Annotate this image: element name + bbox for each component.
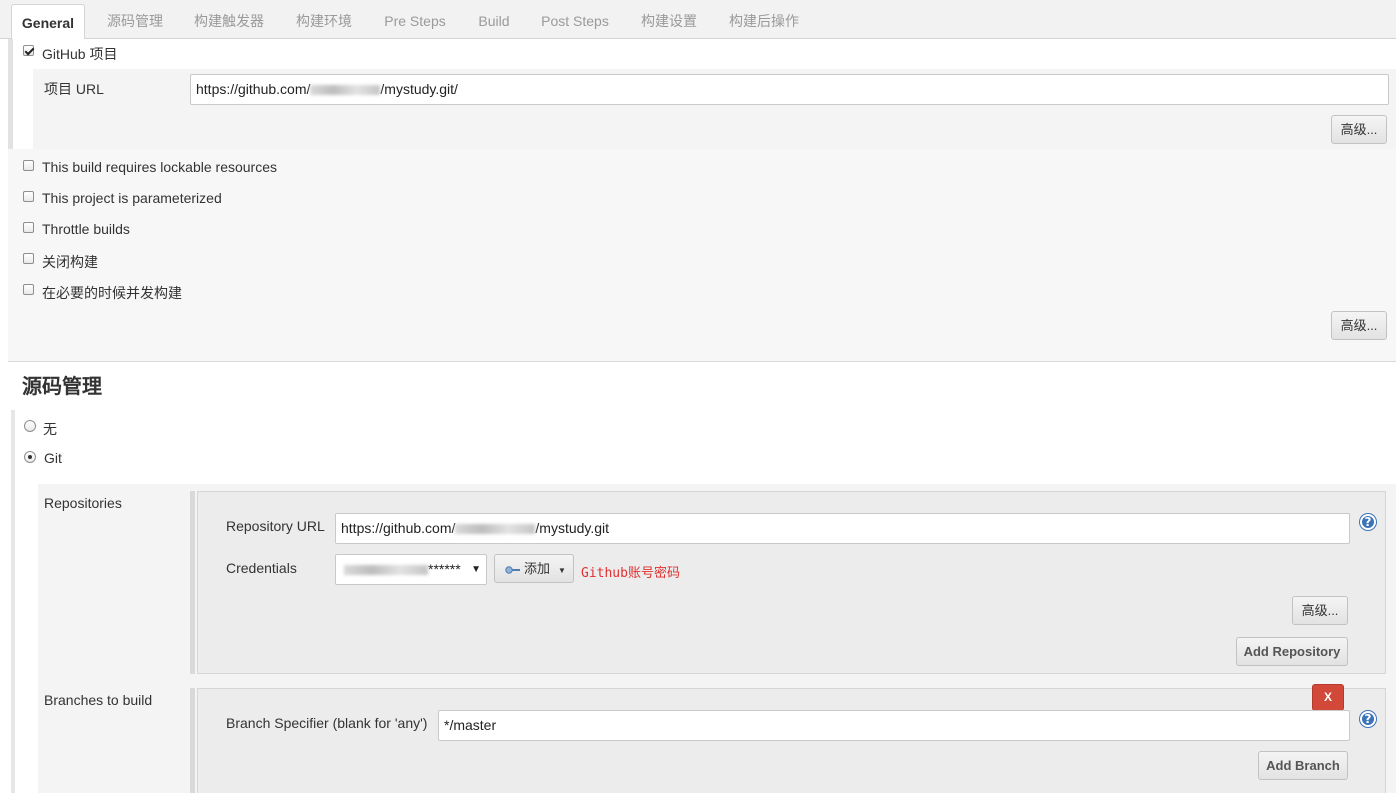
- repositories-label: Repositories: [44, 495, 122, 511]
- repository-url-suffix: /mystudy.git: [535, 520, 610, 536]
- dropdown-caret-icon: ▼: [558, 566, 566, 575]
- credentials-annotation: Github账号密码: [581, 566, 680, 581]
- lockable-resources-label: This build requires lockable resources: [42, 159, 277, 175]
- github-project-label: GitHub 项目: [42, 46, 118, 62]
- add-credentials-button[interactable]: 添加 ▼: [494, 554, 574, 583]
- throttle-builds-checkbox[interactable]: [23, 222, 34, 233]
- repository-url-prefix: https://github.com/: [341, 520, 456, 536]
- disable-build-checkbox[interactable]: [23, 253, 34, 264]
- add-repository-button[interactable]: Add Repository: [1236, 637, 1348, 666]
- tab-general[interactable]: General: [11, 4, 85, 40]
- credentials-label: Credentials: [226, 560, 297, 576]
- parameterized-label: This project is parameterized: [42, 190, 222, 206]
- concurrent-builds-label: 在必要的时候并发构建: [42, 285, 182, 301]
- add-credentials-label: 添加: [524, 561, 551, 576]
- repository-url-input[interactable]: https://github.com/ /mystudy.git: [335, 513, 1350, 544]
- tab-build-triggers[interactable]: 构建触发器: [183, 3, 275, 39]
- redacted-credential-name: [344, 565, 428, 576]
- tab-build-environment[interactable]: 构建环境: [285, 3, 363, 39]
- general-options-section: [8, 149, 1396, 361]
- project-url-label: 项目 URL: [44, 81, 104, 97]
- repositories-indent-bar: [190, 491, 195, 674]
- general-advanced-button[interactable]: 高级...: [1331, 311, 1387, 340]
- redacted-repo-owner: [455, 524, 536, 535]
- repository-url-help-icon[interactable]: ?: [1360, 514, 1376, 530]
- repository-url-label: Repository URL: [226, 518, 325, 534]
- tab-post-build-actions[interactable]: 构建后操作: [718, 3, 810, 39]
- throttle-builds-label: Throttle builds: [42, 221, 130, 237]
- scm-git-radio[interactable]: [24, 451, 36, 463]
- parameterized-checkbox[interactable]: [23, 191, 34, 202]
- tab-post-steps[interactable]: Post Steps: [532, 3, 618, 39]
- scm-section-title: 源码管理: [22, 376, 102, 398]
- scm-none-label: 无: [43, 421, 57, 437]
- credentials-mask: ******: [428, 561, 461, 577]
- branches-indent-bar: [190, 688, 195, 793]
- project-url-prefix: https://github.com/: [196, 81, 311, 97]
- tab-build-settings[interactable]: 构建设置: [630, 3, 708, 39]
- config-tab-bar: General 源码管理 构建触发器 构建环境 Pre Steps Build …: [0, 0, 1396, 40]
- github-advanced-button[interactable]: 高级...: [1331, 115, 1387, 144]
- redacted-username: [310, 85, 381, 96]
- chevron-down-icon: ▼: [471, 564, 481, 575]
- project-url-suffix: /mystudy.git/: [380, 81, 458, 97]
- section-divider: [8, 361, 1396, 362]
- scm-git-label: Git: [44, 450, 62, 466]
- delete-branch-button[interactable]: X: [1312, 684, 1344, 711]
- repository-advanced-button[interactable]: 高级...: [1292, 596, 1348, 625]
- branch-specifier-label: Branch Specifier (blank for 'any'): [226, 715, 428, 731]
- tab-pre-steps[interactable]: Pre Steps: [373, 3, 457, 39]
- credentials-select[interactable]: ****** ▼: [335, 554, 487, 585]
- concurrent-builds-checkbox[interactable]: [23, 284, 34, 295]
- project-url-input[interactable]: https://github.com/ /mystudy.git/: [190, 74, 1389, 105]
- disable-build-label: 关闭构建: [42, 254, 98, 270]
- scm-none-radio[interactable]: [24, 420, 36, 432]
- branches-to-build-label: Branches to build: [44, 692, 153, 708]
- key-icon: [505, 565, 520, 574]
- lockable-resources-checkbox[interactable]: [23, 160, 34, 171]
- tab-source-code-management[interactable]: 源码管理: [92, 3, 178, 39]
- scm-indent-bar: [11, 410, 15, 793]
- branch-specifier-input[interactable]: */master: [438, 710, 1350, 741]
- tab-build[interactable]: Build: [466, 3, 522, 39]
- github-project-checkbox[interactable]: [23, 45, 34, 56]
- branch-specifier-help-icon[interactable]: ?: [1360, 711, 1376, 727]
- add-branch-button[interactable]: Add Branch: [1258, 751, 1348, 780]
